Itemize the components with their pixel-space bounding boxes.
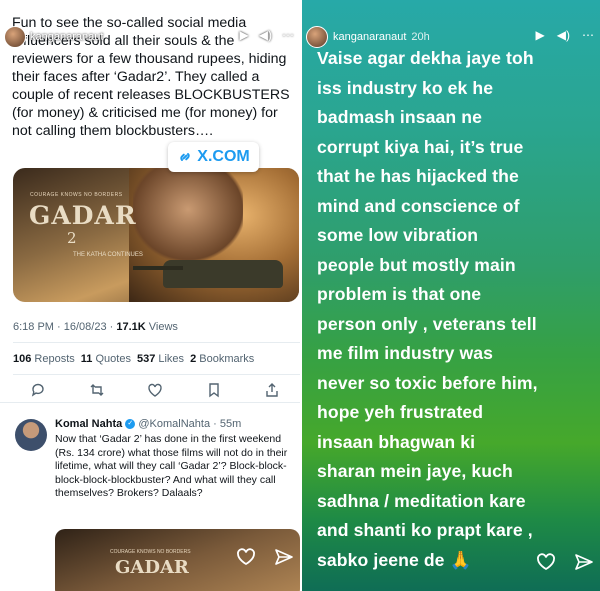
link-icon xyxy=(180,153,190,161)
story-username[interactable]: kanganaranaut xyxy=(333,31,406,43)
left-story: Fun to see the so-called social media in… xyxy=(0,0,300,591)
reply-text: Now that ‘Gadar 2’ has done in the first… xyxy=(55,433,288,500)
link-sticker[interactable]: X.COM xyxy=(168,142,259,172)
stat-quotes[interactable]: 11 Quotes xyxy=(81,353,131,365)
reply-header: Komal Nahta ✓ @KomalNahta · 55m xyxy=(55,418,241,430)
stat-likes[interactable]: 537 Likes xyxy=(137,353,184,365)
like-icon[interactable] xyxy=(147,382,163,401)
poster-title: GADAR xyxy=(29,201,137,230)
reply-name[interactable]: Komal Nahta xyxy=(55,418,122,430)
volume-icon[interactable]: ◀) xyxy=(557,28,570,42)
tweet-meta: 6:18 PM · 16/08/23 · 17.1K Views xyxy=(13,321,178,333)
repost-icon[interactable] xyxy=(89,382,105,401)
share-icon[interactable] xyxy=(264,382,280,401)
tweet-actions xyxy=(30,382,280,401)
verified-badge-icon: ✓ xyxy=(125,419,136,430)
stat-bookmarks[interactable]: 2 Bookmarks xyxy=(190,353,254,365)
reply-poster-title: GADAR xyxy=(115,557,189,578)
right-story-controls: ▶ ◀) ⋯ xyxy=(536,28,594,42)
movie-poster-image[interactable]: COURAGE KNOWS NO BORDERS GADAR 2 THE KAT… xyxy=(13,168,299,302)
left-story-header: kanganaranaut xyxy=(4,26,103,48)
avatar[interactable] xyxy=(4,26,26,48)
story-time: 20h xyxy=(411,31,430,43)
story-caption: Vaise agar dekha jaye toh iss industry k… xyxy=(317,48,538,570)
heart-icon[interactable] xyxy=(236,548,256,571)
stat-reposts[interactable]: 106 Reposts xyxy=(13,353,75,365)
reply-poster-tagline: COURAGE KNOWS NO BORDERS xyxy=(110,549,191,555)
volume-icon[interactable]: ◀) xyxy=(259,28,272,42)
more-icon[interactable]: ⋯ xyxy=(582,28,594,42)
divider xyxy=(13,342,300,343)
more-icon[interactable]: ⋯ xyxy=(282,28,294,42)
play-icon[interactable]: ▶ xyxy=(240,28,249,42)
send-icon[interactable] xyxy=(274,548,294,571)
play-icon[interactable]: ▶ xyxy=(536,28,545,42)
left-story-bottom-actions xyxy=(236,548,294,571)
send-icon[interactable] xyxy=(574,553,594,576)
tweet-time: 6:18 PM · 16/08/23 · xyxy=(13,321,114,333)
reply-handle: @KomalNahta · 55m xyxy=(138,418,242,430)
link-sticker-label: X.COM xyxy=(197,148,250,165)
bookmark-icon[interactable] xyxy=(206,382,222,401)
tweet-stats: 106 Reposts 11 Quotes 537 Likes 2 Bookma… xyxy=(13,353,254,365)
divider xyxy=(13,374,300,375)
poster-tagline: COURAGE KNOWS NO BORDERS xyxy=(30,192,123,198)
reply-icon[interactable] xyxy=(30,382,46,401)
poster-number: 2 xyxy=(67,229,77,247)
heart-icon[interactable] xyxy=(536,553,556,576)
left-story-controls: ▶ ◀) ⋯ xyxy=(240,28,294,42)
tweet-views: 17.1K xyxy=(116,321,146,333)
right-story-bottom-actions xyxy=(536,553,594,576)
reply-avatar[interactable] xyxy=(15,419,47,451)
tweet-views-label: Views xyxy=(148,321,178,333)
story-username[interactable]: kanganaranaut xyxy=(30,31,103,43)
poster-subtitle: THE KATHA CONTINUES xyxy=(73,252,143,258)
right-story: kanganaranaut 20h ▶ ◀) ⋯ Vaise agar dekh… xyxy=(302,0,600,591)
